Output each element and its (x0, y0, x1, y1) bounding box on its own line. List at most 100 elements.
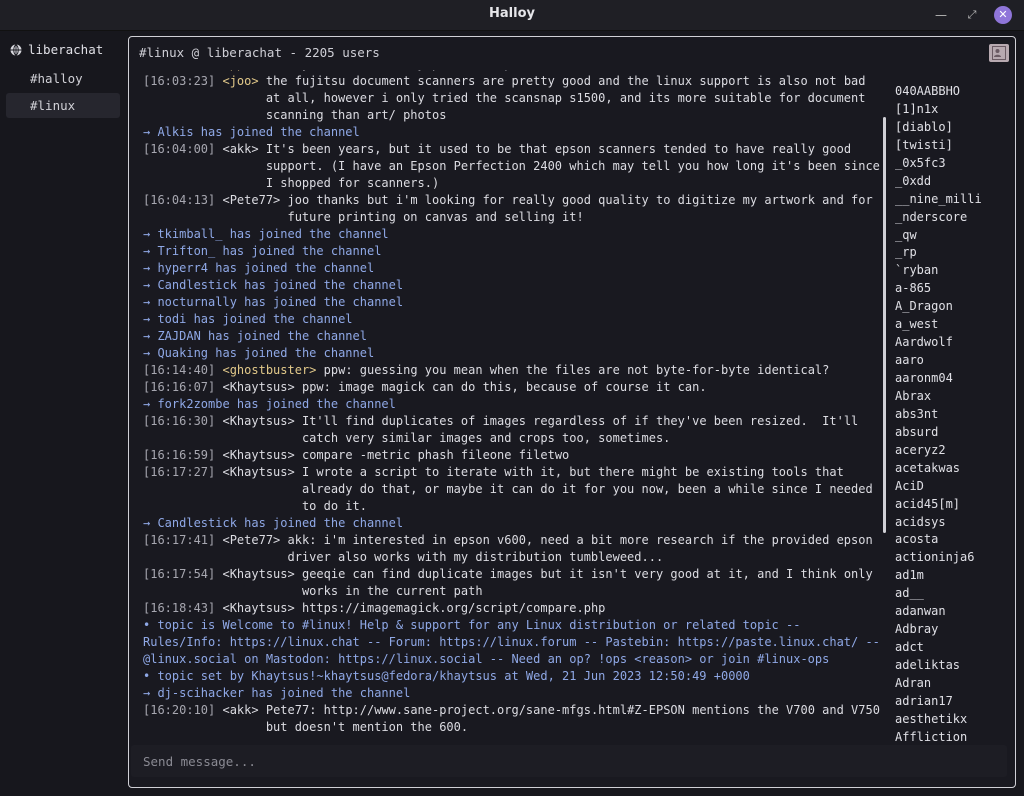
topic-notice: • topic set by Khaytsus!~khaytsus@fedora… (143, 668, 881, 685)
chat-message: [16:16:59] <Khaytsus> compare -metric ph… (143, 447, 881, 464)
channel-item-halloy[interactable]: #halloy (6, 66, 120, 91)
minimize-icon[interactable]: — (932, 6, 950, 24)
chat-message: [16:16:30] <Khaytsus> It'll find duplica… (143, 413, 881, 447)
message-timestamp: [16:17:27] (143, 465, 216, 479)
user-list-item[interactable]: abs3nt (895, 406, 1009, 424)
user-list-item[interactable]: ad1m (895, 567, 1009, 585)
user-list-item[interactable]: ad__ (895, 585, 1009, 603)
message-scrollbar[interactable] (883, 117, 886, 533)
message-list[interactable]: • topic set by khaytsus!~khaytsus@fedora… (143, 70, 881, 736)
user-list-item[interactable]: __nine_milli (895, 191, 1009, 209)
message-nick[interactable]: <Khaytsus> (222, 601, 294, 615)
user-list-item[interactable]: adanwan (895, 603, 1009, 621)
notice-text: → Candlestick has joined the channel (143, 278, 404, 292)
user-list-item[interactable]: Adran (895, 675, 1009, 693)
user-list-item[interactable]: [twisti] (895, 137, 1009, 155)
message-nick[interactable]: <akk> (222, 142, 258, 156)
user-list-item[interactable]: 040AABBHO (895, 83, 1009, 101)
globe-icon (10, 44, 22, 56)
message-input[interactable] (131, 745, 1007, 777)
message-timestamp: [16:14:40] (143, 363, 216, 377)
message-nick[interactable]: <Khaytsus> (222, 567, 294, 581)
user-list-item[interactable]: acidsys (895, 514, 1009, 532)
user-list-item[interactable]: aesthetikx (895, 711, 1009, 729)
user-list-item[interactable]: acosta (895, 531, 1009, 549)
user-list-item[interactable]: _0x5fc3 (895, 155, 1009, 173)
user-list-item[interactable]: aaro (895, 352, 1009, 370)
sidebar: liberachat #halloy #linux (0, 36, 124, 796)
user-list-item[interactable]: adrian17 (895, 693, 1009, 711)
message-nick[interactable]: <joo> (222, 74, 258, 88)
user-list-item[interactable]: Abrax (895, 388, 1009, 406)
message-text: I wrote a script to iterate with it, but… (301, 465, 880, 513)
user-list-item[interactable]: a-865 (895, 280, 1009, 298)
join-notice: → Quaking has joined the channel (143, 345, 881, 362)
user-list-item[interactable]: `ryban (895, 262, 1009, 280)
user-list[interactable]: 040AABBHO [1]n1x [diablo] [twisti] _0x5fc3 _0… (895, 83, 1009, 743)
chat-message: [16:18:43] <Khaytsus> https://imagemagic… (143, 600, 881, 617)
user-list-item[interactable]: absurd (895, 424, 1009, 442)
message-text: It's been years, but it used to be that … (265, 142, 880, 190)
user-list-item[interactable]: Affliction (895, 729, 1009, 743)
user-list-item[interactable]: a_west (895, 316, 1009, 334)
chat-message: [16:04:00] <akk> It's been years, but it… (143, 141, 881, 192)
message-nick[interactable]: <Khaytsus> (222, 380, 294, 394)
notice-text: → Trifton_ has joined the channel (143, 244, 382, 258)
join-notice: → ZAJDAN has joined the channel (143, 328, 881, 345)
user-list-item[interactable]: aaronm04 (895, 370, 1009, 388)
user-list-item[interactable]: acid45[m] (895, 496, 1009, 514)
channel-item-linux[interactable]: #linux (6, 93, 120, 118)
message-nick[interactable]: <akk> (222, 703, 258, 717)
user-icon (992, 46, 1006, 60)
user-list-item[interactable]: acetakwas (895, 460, 1009, 478)
message-nick[interactable]: <Khaytsus> (222, 414, 294, 428)
message-nick[interactable]: <ppw> (222, 70, 258, 71)
user-list-item[interactable]: _qw (895, 227, 1009, 245)
message-text: ppw: image magick can do this, because o… (301, 380, 707, 394)
notice-text: → Quaking has joined the channel (143, 346, 375, 360)
message-nick[interactable]: <Pete77> (222, 193, 280, 207)
message-timestamp: [16:16:59] (143, 448, 216, 462)
message-timestamp: [16:17:54] (143, 567, 216, 581)
message-text: geeqie can find duplicate images but it … (301, 567, 880, 598)
join-notice: → tkimball_ has joined the channel (143, 226, 881, 243)
user-list-item[interactable]: [diablo] (895, 119, 1009, 137)
message-nick[interactable]: <Khaytsus> (222, 448, 294, 462)
user-list-item[interactable]: Aardwolf (895, 334, 1009, 352)
message-text: Pete77: http://www.sane-project.org/sane… (265, 703, 880, 734)
window-title: Halloy (489, 6, 535, 21)
user-list-item[interactable]: AciD (895, 478, 1009, 496)
user-list-item[interactable]: adct (895, 639, 1009, 657)
message-text: ppw: guessing you mean when the files ar… (323, 363, 830, 377)
user-list-item[interactable]: adeliktas (895, 657, 1009, 675)
notice-text: → dj-scihacker has joined the channel (143, 686, 411, 700)
user-list-item[interactable]: _nderscore (895, 209, 1009, 227)
user-list-item[interactable]: _0xdd (895, 173, 1009, 191)
message-text: is anyone aware of any photo deduplicati… (266, 70, 685, 71)
chat-message: [16:20:10] <akk> Pete77: http://www.sane… (143, 702, 881, 736)
chat-message: [16:17:41] <Pete77> akk: i'm interested … (143, 532, 881, 566)
user-list-item[interactable]: actioninja6 (895, 549, 1009, 567)
message-nick[interactable]: <Pete77> (222, 533, 280, 547)
notice-text: → fork2zombe has joined the channel (143, 397, 396, 411)
message-text: joo thanks but i'm looking for really go… (287, 193, 880, 224)
user-list-item[interactable]: [1]n1x (895, 101, 1009, 119)
user-list-item[interactable]: Adbray (895, 621, 1009, 639)
channel-pane: #linux @ liberachat - 2205 users • topic… (128, 36, 1016, 788)
message-timestamp: [16:20:10] (143, 703, 216, 717)
notice-text: → Alkis has joined the channel (143, 125, 360, 139)
user-list-item[interactable]: aceryz2 (895, 442, 1009, 460)
user-list-item[interactable]: A_Dragon (895, 298, 1009, 316)
server-item[interactable]: liberachat (10, 42, 103, 57)
message-timestamp: [16:03:22] (143, 70, 215, 71)
user-list-toggle-button[interactable] (989, 44, 1009, 62)
message-nick[interactable]: <Khaytsus> (222, 465, 294, 479)
server-name: liberachat (28, 42, 104, 57)
channel-header: #linux @ liberachat - 2205 users (139, 45, 380, 60)
user-list-item[interactable]: _rp (895, 244, 1009, 262)
close-icon[interactable]: ✕ (994, 6, 1012, 24)
chat-message: [16:03:23] <joo> the fujitsu document sc… (143, 73, 881, 124)
message-nick[interactable]: <ghostbuster> (222, 363, 316, 377)
maximize-icon[interactable]: ⤢ (963, 6, 981, 24)
chat-message: [16:04:13] <Pete77> joo thanks but i'm l… (143, 192, 881, 226)
